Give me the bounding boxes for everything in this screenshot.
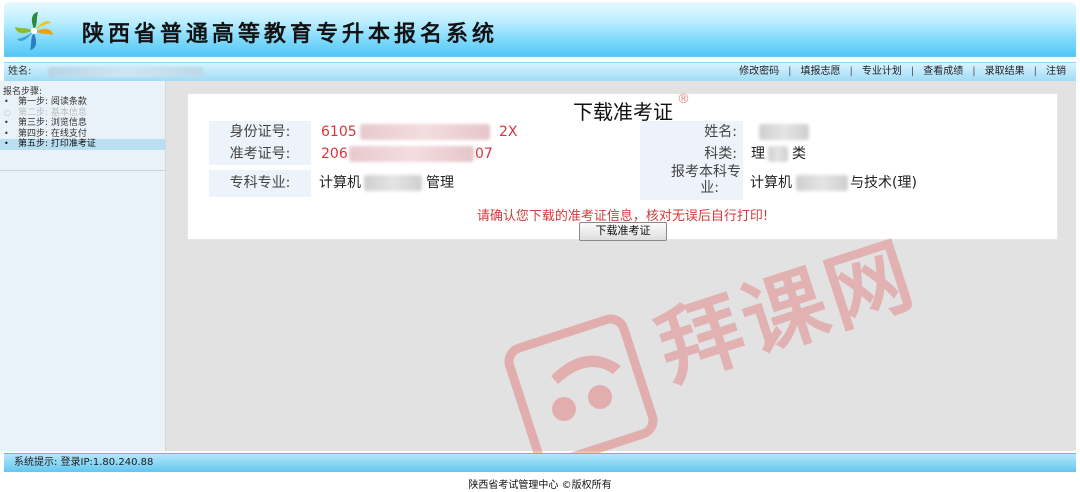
nav-admission-result[interactable]: 录取结果 bbox=[985, 63, 1025, 81]
target-major-prefix: 计算机 bbox=[750, 175, 792, 191]
id-number-prefix: 6105 bbox=[321, 124, 357, 140]
sidebar: 报名步骤: • 第一步: 阅读条款 ○ 第二步: 基本信息 • 第三步: 浏览信息 •… bbox=[0, 81, 166, 451]
name-label: 姓名: bbox=[640, 121, 743, 143]
exam-number-suffix: 07 bbox=[475, 146, 493, 162]
main-content: 下载准考证 ® 身份证号: 6105 2X 姓名: 准考证号: 206 07 科… bbox=[166, 81, 1076, 468]
category-redacted bbox=[768, 146, 788, 162]
sidebar-step-online-payment[interactable]: • 第四步: 在线支付 bbox=[4, 129, 165, 140]
bullet-icon: • bbox=[4, 97, 9, 106]
sidebar-divider bbox=[0, 170, 165, 171]
id-number-label: 身份证号: bbox=[209, 121, 311, 143]
nav-separator: | bbox=[788, 66, 792, 77]
system-tip-bar: 系统提示: 登录IP:1.80.240.88 bbox=[4, 453, 1076, 472]
target-major-label-line1: 报考本科专 bbox=[671, 164, 741, 180]
nav-separator: | bbox=[849, 66, 853, 77]
system-tip-text: 系统提示: 登录IP:1.80.240.88 bbox=[14, 457, 154, 468]
nav-logout[interactable]: 注销 bbox=[1046, 63, 1066, 81]
watermark-logo-icon: 拜课网 bbox=[504, 225, 916, 468]
nav-separator: | bbox=[1033, 66, 1037, 77]
junior-major-redacted bbox=[364, 175, 422, 191]
target-major-label: 报考本科专 业: bbox=[640, 164, 743, 200]
circle-bullet-icon: ○ bbox=[4, 107, 11, 117]
id-number-redacted bbox=[360, 124, 490, 140]
step-label: 第四步: 在线支付 bbox=[18, 128, 87, 139]
category-suffix: 类 bbox=[792, 146, 806, 162]
site-title: 陕西省普通高等教育专升本报名系统 bbox=[82, 21, 499, 47]
step-label: 第二步: 基本信息 bbox=[18, 107, 87, 118]
registered-mark-icon: ® bbox=[677, 92, 690, 107]
exam-number-label: 准考证号: bbox=[209, 143, 311, 165]
top-info-bar: 姓名: 修改密码 | 填报志愿 | 专业计划 | 查看成绩 | 录取结果 | 注… bbox=[4, 62, 1076, 82]
step-label: 第三步: 浏览信息 bbox=[18, 118, 87, 128]
step-label: 第一步: 阅读条款 bbox=[18, 97, 87, 107]
name-redacted bbox=[759, 124, 809, 140]
target-major-label-line2: 业: bbox=[700, 180, 719, 196]
nav-change-password[interactable]: 修改密码 bbox=[739, 63, 779, 81]
nav-separator: | bbox=[972, 66, 976, 77]
step-label: 第五步: 打印准考证 bbox=[18, 139, 96, 149]
exam-number-prefix: 206 bbox=[321, 146, 348, 162]
user-name-redacted bbox=[48, 67, 203, 77]
bullet-icon: • bbox=[4, 139, 9, 148]
target-major-redacted bbox=[796, 175, 848, 191]
nav-major-plan[interactable]: 专业计划 bbox=[862, 63, 902, 81]
watermark-text: 拜课网 bbox=[646, 225, 916, 400]
site-logo-icon bbox=[15, 12, 53, 50]
junior-major-suffix: 管理 bbox=[426, 175, 454, 191]
nav-separator: | bbox=[910, 66, 915, 77]
top-nav: 修改密码 | 填报志愿 | 专业计划 | 查看成绩 | 录取结果 | 注销 bbox=[739, 63, 1066, 81]
category-label: 科类: bbox=[640, 143, 743, 165]
admission-card: 下载准考证 ® 身份证号: 6105 2X 姓名: 准考证号: 206 07 科… bbox=[187, 92, 1058, 241]
header-banner: 陕西省普通高等教育专升本报名系统 bbox=[4, 2, 1076, 56]
sidebar-step-print-admission[interactable]: • 第五步: 打印准考证 bbox=[0, 139, 165, 150]
exam-number-redacted bbox=[349, 146, 474, 162]
target-major-suffix: 与技术(理) bbox=[850, 175, 917, 191]
junior-major-prefix: 计算机 bbox=[319, 175, 361, 191]
download-admission-button[interactable]: 下载准考证 bbox=[579, 222, 667, 241]
id-number-suffix: 2X bbox=[499, 124, 518, 140]
copyright-text: 陕西省考试管理中心 ©版权所有 bbox=[468, 480, 612, 491]
nav-fill-preferences[interactable]: 填报志愿 bbox=[801, 63, 841, 81]
bullet-icon: • bbox=[4, 128, 9, 138]
nav-view-scores[interactable]: 查看成绩 bbox=[923, 63, 963, 81]
junior-major-label: 专科专业: bbox=[209, 170, 311, 197]
bullet-icon: • bbox=[4, 118, 9, 127]
category-prefix: 理 bbox=[751, 146, 765, 162]
user-name-label: 姓名: bbox=[8, 66, 32, 77]
steps-title: 报名步骤: bbox=[3, 87, 43, 97]
